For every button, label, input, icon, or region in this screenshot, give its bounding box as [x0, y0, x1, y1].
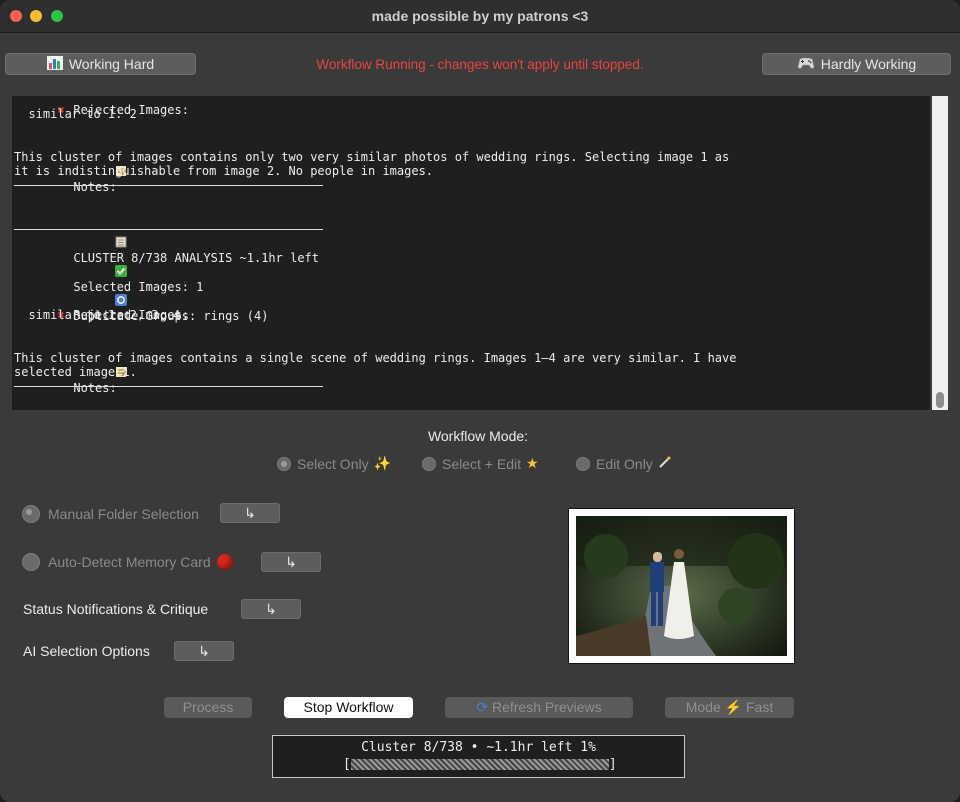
workflow-mode-label: Workflow Mode: [427, 428, 529, 444]
window-title: made possible by my patrons <3 [371, 8, 589, 24]
title-bar: made possible by my patrons <3 [0, 0, 960, 33]
status-notifications-button[interactable]: ↳ [241, 599, 301, 619]
workflow-running-warning: Workflow Running - changes won't apply u… [316, 57, 644, 72]
bar-chart-icon [46, 55, 63, 73]
log-line-notes2-b: selected image 1. [14, 365, 137, 379]
wedding-couple-photo [576, 516, 787, 656]
sparkles-icon: ✨ [373, 455, 392, 471]
progress-fill [350, 759, 609, 770]
stop-workflow-button[interactable]: Stop Workflow [284, 697, 413, 718]
mode-select-edit-radio[interactable]: Select + Edit ★ [422, 455, 539, 472]
star-icon: ★ [526, 455, 539, 471]
mode-select-only-label: Select Only [297, 455, 369, 472]
refresh-previews-button[interactable]: ⟳ Refresh Previews [445, 697, 633, 718]
log-line-notes2-a: This cluster of images contains a single… [14, 351, 737, 365]
log-divider [14, 386, 323, 387]
mode-fast-button[interactable]: Mode ⚡ Fast [665, 697, 794, 718]
auto-detect-radio[interactable]: Auto-Detect Memory Card [22, 553, 233, 571]
progress-panel: Cluster 8/738 • ~1.1hr left 1% [] [272, 735, 685, 778]
bracket-open: [ [343, 757, 351, 772]
log-divider [14, 185, 323, 186]
radio-indicator [22, 553, 40, 571]
auto-detect-label: Auto-Detect Memory Card [48, 554, 211, 570]
ai-selection-button[interactable]: ↳ [174, 641, 234, 661]
mode-select-edit-label: Select + Edit [442, 455, 521, 472]
radio-indicator [277, 456, 291, 471]
analysis-log[interactable]: ✖ Rejected Images: similar to 1: 2 Notes:… [12, 96, 930, 410]
mode-select-only-radio[interactable]: Select Only ✨ [277, 455, 391, 472]
manual-folder-button[interactable]: ↳ [220, 503, 280, 523]
hardly-working-label: Hardly Working [820, 56, 917, 72]
game-controller-icon [797, 56, 815, 73]
log-line-similar: similar to 1: 2, 3, 4 [14, 308, 181, 322]
log-scrollbar[interactable] [932, 96, 948, 410]
preview-image [568, 508, 795, 664]
scrollbar-thumb[interactable] [936, 392, 944, 408]
refresh-previews-label: Refresh Previews [491, 699, 602, 715]
radio-indicator [22, 505, 40, 523]
working-hard-button[interactable]: Working Hard [5, 53, 196, 75]
log-line-notes1-b: it is indistinguishable from image 2. No… [14, 164, 434, 178]
working-hard-label: Working Hard [68, 56, 155, 72]
app-window: made possible by my patrons <3 Working H… [0, 0, 960, 802]
manual-folder-label: Manual Folder Selection [48, 506, 199, 522]
ai-selection-label: AI Selection Options [23, 643, 150, 659]
radio-indicator [422, 456, 436, 471]
mode-edit-only-radio[interactable]: Edit Only [576, 455, 672, 472]
progress-status-text: Cluster 8/738 • ~1.1hr left 1% [361, 740, 596, 755]
refresh-icon: ⟳ [476, 699, 489, 715]
log-line-notes1-a: This cluster of images contains only two… [14, 150, 730, 164]
magic-wand-icon [658, 455, 672, 472]
red-circle-icon [216, 554, 233, 570]
log-divider [14, 229, 323, 230]
status-notifications-label: Status Notifications & Critique [23, 601, 209, 617]
log-line-similar-prev: similar to 1: 2 [14, 107, 137, 121]
process-button[interactable]: Process [164, 697, 252, 718]
mode-edit-only-label: Edit Only [596, 455, 653, 472]
auto-detect-button[interactable]: ↳ [261, 552, 321, 572]
hardly-working-button[interactable]: Hardly Working [762, 53, 951, 75]
bracket-close: ] [608, 757, 617, 772]
progress-bar: [] [343, 757, 617, 772]
radio-indicator [576, 456, 590, 471]
manual-folder-radio[interactable]: Manual Folder Selection [22, 505, 199, 523]
